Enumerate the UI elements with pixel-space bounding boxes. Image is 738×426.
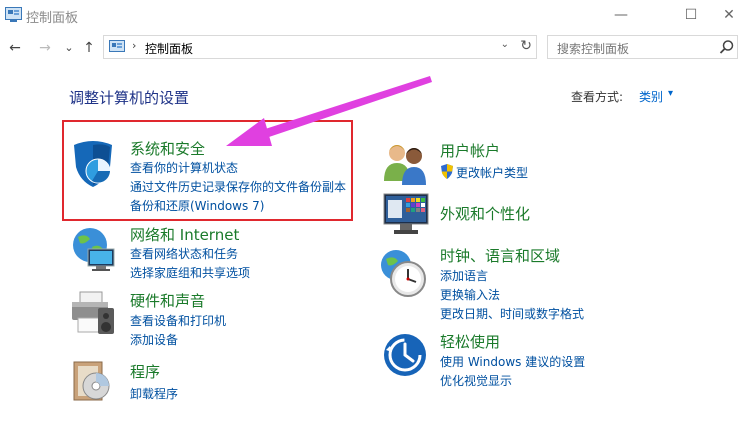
- annotation-arrow-icon: [226, 76, 432, 146]
